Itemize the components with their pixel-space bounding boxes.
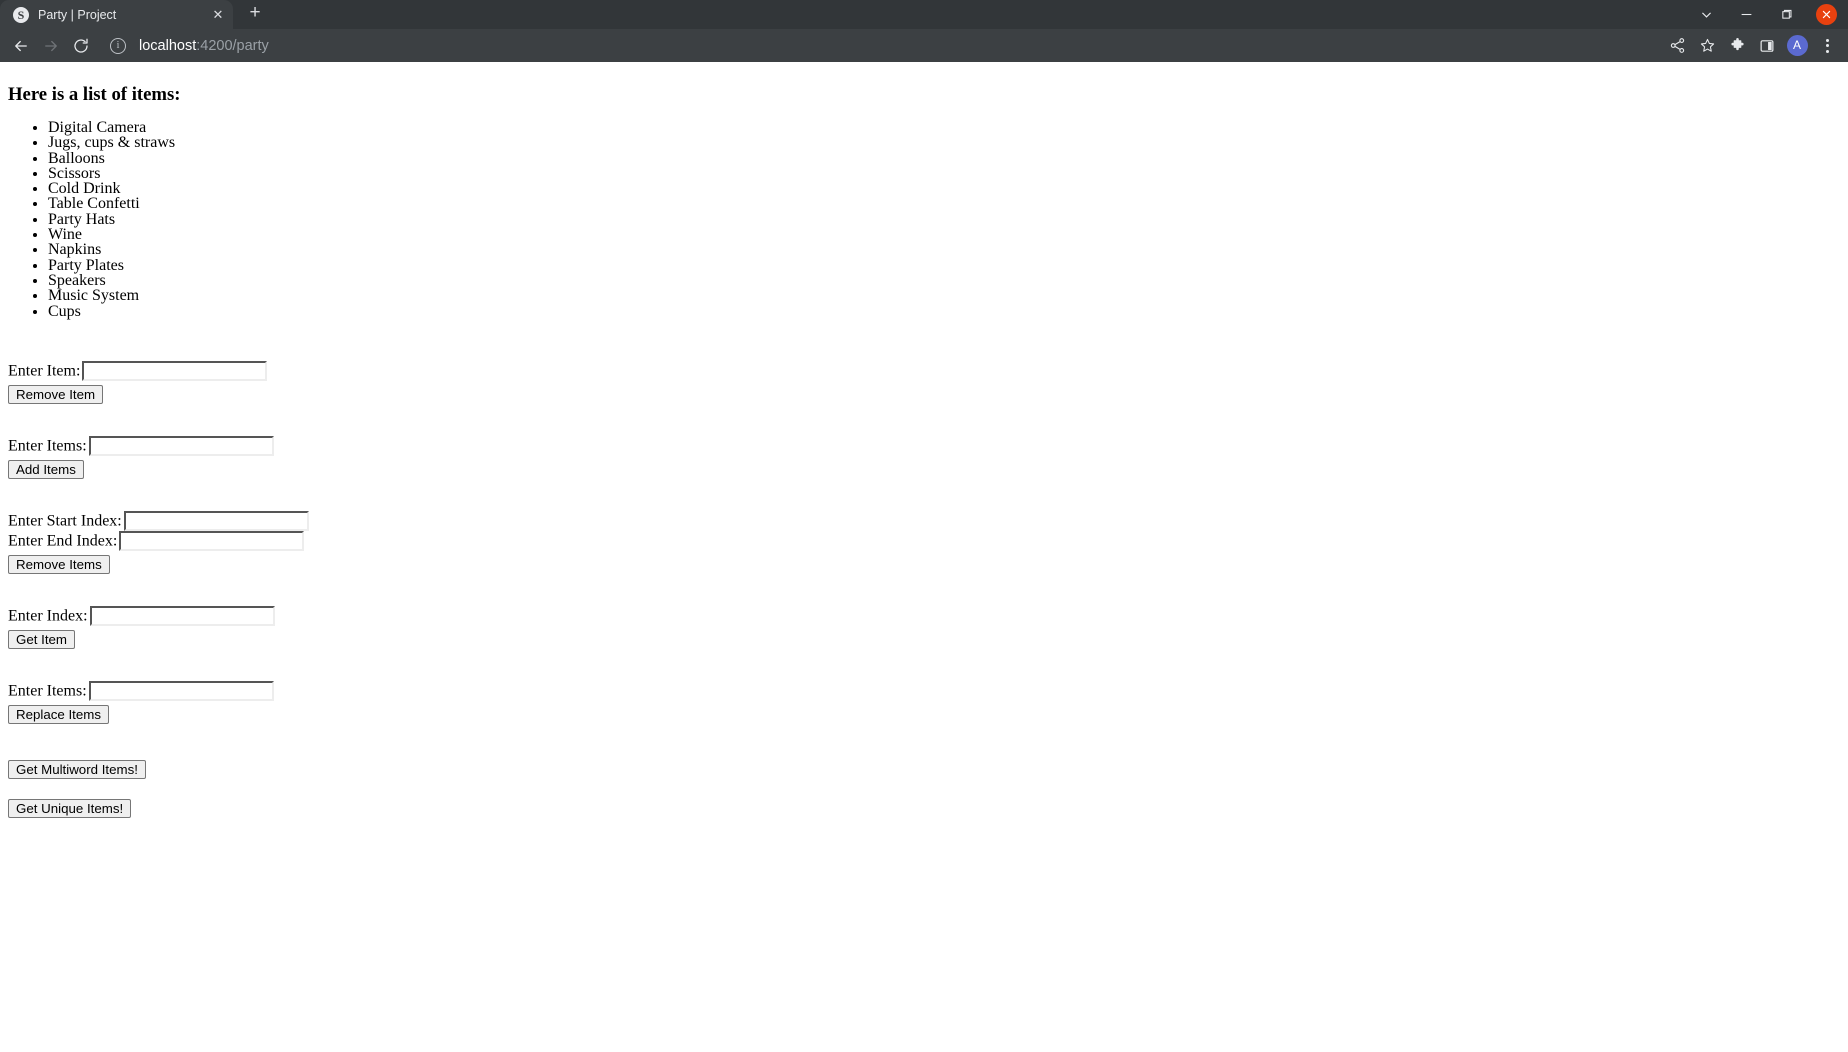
browser-tab-party[interactable]: S Party | Project ✕: [0, 0, 233, 29]
items-list: Digital Camera Jugs, cups & straws Ballo…: [8, 119, 1840, 319]
unique-button-row: Get Unique Items!: [8, 798, 1840, 818]
replace-items-label: Enter Items:: [8, 682, 87, 700]
enter-index-label: Enter Index:: [8, 607, 88, 625]
list-item: Party Hats: [48, 211, 1840, 227]
enter-items-label: Enter Items:: [8, 437, 87, 455]
url-path: :4200/party: [196, 37, 269, 54]
replace-items-button[interactable]: Replace Items: [8, 704, 109, 724]
end-index-row: Enter End Index:: [8, 530, 1840, 551]
browser-window: S Party | Project ✕ + i localhost:4200/p…: [0, 0, 1848, 1052]
list-item: Party Plates: [48, 257, 1840, 273]
side-panel-icon[interactable]: [1752, 32, 1782, 60]
browser-toolbar: i localhost:4200/party A: [0, 29, 1848, 62]
remove-item-row: Enter Item:: [8, 360, 1840, 381]
remove-items-button-row: Remove Items: [8, 554, 1840, 574]
add-items-button-row: Add Items: [8, 459, 1840, 479]
get-unique-items-button[interactable]: Get Unique Items!: [8, 798, 132, 818]
three-dot-menu-icon[interactable]: [1812, 32, 1842, 60]
enter-item-label: Enter Item:: [8, 362, 81, 380]
address-bar[interactable]: i localhost:4200/party: [104, 34, 1662, 58]
list-item: Wine: [48, 226, 1840, 242]
start-index-input[interactable]: [123, 510, 309, 531]
tab-favicon-icon: S: [13, 6, 29, 23]
replace-items-row: Enter Items:: [8, 680, 1840, 701]
page-viewport: Here is a list of items: Digital Camera …: [0, 62, 1848, 1052]
maximize-icon[interactable]: [1766, 0, 1806, 29]
enter-item-input[interactable]: [82, 360, 268, 381]
list-item: Jugs, cups & straws: [48, 135, 1840, 151]
list-item: Scissors: [48, 165, 1840, 181]
get-item-index-input[interactable]: [89, 605, 275, 626]
list-item: Cups: [48, 303, 1840, 319]
list-item: Table Confetti: [48, 196, 1840, 212]
avatar: A: [1786, 35, 1808, 56]
close-icon: [1815, 4, 1837, 25]
list-item: Cold Drink: [48, 181, 1840, 197]
window-controls: [1686, 0, 1846, 29]
share-icon[interactable]: [1662, 32, 1692, 60]
add-items-input[interactable]: [88, 435, 274, 456]
page-title: Here is a list of items:: [8, 84, 181, 105]
list-item: Speakers: [48, 272, 1840, 288]
address-bar-url: localhost:4200/party: [139, 38, 269, 54]
remove-items-button[interactable]: Remove Items: [8, 554, 110, 574]
reload-icon[interactable]: [66, 32, 96, 60]
tab-strip: S Party | Project ✕ +: [0, 0, 1848, 29]
tab-title: Party | Project: [38, 7, 117, 22]
remove-item-button[interactable]: Remove Item: [8, 384, 104, 404]
minimize-icon[interactable]: [1726, 0, 1766, 29]
remove-item-button-row: Remove Item: [8, 384, 1840, 404]
get-item-button-row: Get Item: [8, 629, 1840, 649]
add-items-button[interactable]: Add Items: [8, 459, 84, 479]
forward-icon[interactable]: [36, 32, 66, 60]
list-form-spacer: [8, 333, 1840, 361]
enter-end-index-label: Enter End Index:: [8, 532, 118, 550]
url-host: localhost: [139, 37, 197, 54]
new-tab-button[interactable]: +: [241, 0, 269, 28]
close-window-button[interactable]: [1806, 0, 1846, 29]
menu-dots: [1825, 38, 1829, 53]
site-info-icon[interactable]: i: [110, 37, 126, 54]
enter-start-index-label: Enter Start Index:: [8, 512, 122, 530]
multiword-button-row: Get Multiword Items!: [8, 759, 1840, 779]
get-item-button[interactable]: Get Item: [8, 629, 75, 649]
back-icon[interactable]: [6, 32, 36, 60]
extensions-puzzle-icon[interactable]: [1722, 32, 1752, 60]
toolbar-actions: A: [1662, 32, 1842, 60]
get-item-row: Enter Index:: [8, 605, 1840, 626]
replace-items-input[interactable]: [88, 680, 274, 701]
page-content: Here is a list of items: Digital Camera …: [0, 62, 1848, 826]
list-item: Music System: [48, 288, 1840, 304]
tab-search-icon[interactable]: [1686, 0, 1726, 29]
add-items-row: Enter Items:: [8, 435, 1840, 456]
get-multiword-items-button[interactable]: Get Multiword Items!: [8, 759, 146, 779]
list-item: Napkins: [48, 242, 1840, 258]
replace-items-button-row: Replace Items: [8, 704, 1840, 724]
tab-close-icon[interactable]: ✕: [209, 6, 227, 24]
list-item: Digital Camera: [48, 119, 1840, 135]
profile-avatar[interactable]: A: [1782, 32, 1812, 60]
bookmark-star-icon[interactable]: [1692, 32, 1722, 60]
start-index-row: Enter Start Index:: [8, 510, 1840, 531]
end-index-input[interactable]: [119, 530, 305, 551]
list-item: Balloons: [48, 150, 1840, 166]
